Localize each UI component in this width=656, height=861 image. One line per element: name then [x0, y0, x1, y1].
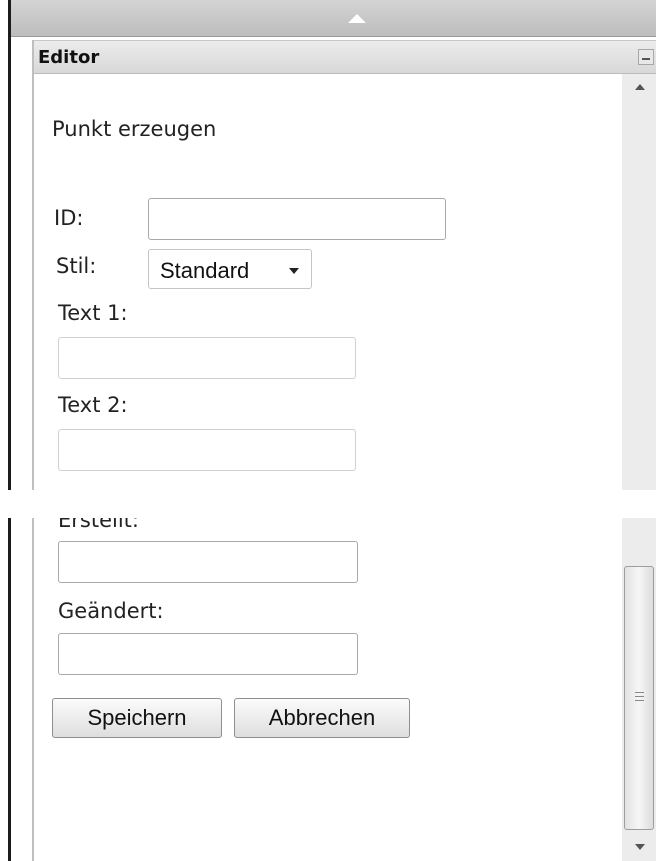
- text2-label: Text 2:: [58, 393, 128, 417]
- grip-line: [635, 696, 644, 697]
- vertical-scrollbar[interactable]: [622, 74, 656, 861]
- stil-label: Stil:: [56, 254, 97, 278]
- minimize-button[interactable]: [638, 49, 654, 65]
- window-border: [8, 0, 11, 861]
- cancel-button[interactable]: Abbrechen: [234, 698, 410, 738]
- form-heading: Punkt erzeugen: [52, 117, 217, 141]
- triangle-up-icon[interactable]: [348, 14, 366, 23]
- caret-down-icon: [289, 268, 299, 274]
- geaendert-input[interactable]: [58, 633, 358, 675]
- grip-line: [635, 692, 644, 693]
- panel-header: Editor: [34, 40, 656, 74]
- minimize-icon: [642, 58, 650, 60]
- text2-input[interactable]: [58, 429, 356, 471]
- geaendert-label: Geändert:: [58, 599, 164, 623]
- panel-title: Editor: [38, 47, 100, 68]
- panel-border: [32, 40, 34, 861]
- panel-splitter[interactable]: [11, 0, 656, 37]
- arrow-up-icon[interactable]: [635, 84, 645, 90]
- text1-input[interactable]: [58, 337, 356, 379]
- torn-edge-divider: [0, 490, 656, 518]
- grip-line: [635, 700, 644, 701]
- arrow-down-icon[interactable]: [635, 844, 645, 850]
- id-input[interactable]: [148, 198, 446, 240]
- save-button[interactable]: Speichern: [52, 698, 222, 738]
- stil-select[interactable]: Standard: [148, 249, 312, 289]
- scrollbar-thumb[interactable]: [624, 566, 654, 830]
- erstellt-input[interactable]: [58, 541, 358, 583]
- id-label: ID:: [54, 206, 84, 230]
- text1-label: Text 1:: [58, 301, 128, 325]
- stil-selected-value: Standard: [160, 258, 250, 283]
- editor-window: Editor Punkt erzeugen ID: Stil: Standard…: [0, 0, 656, 861]
